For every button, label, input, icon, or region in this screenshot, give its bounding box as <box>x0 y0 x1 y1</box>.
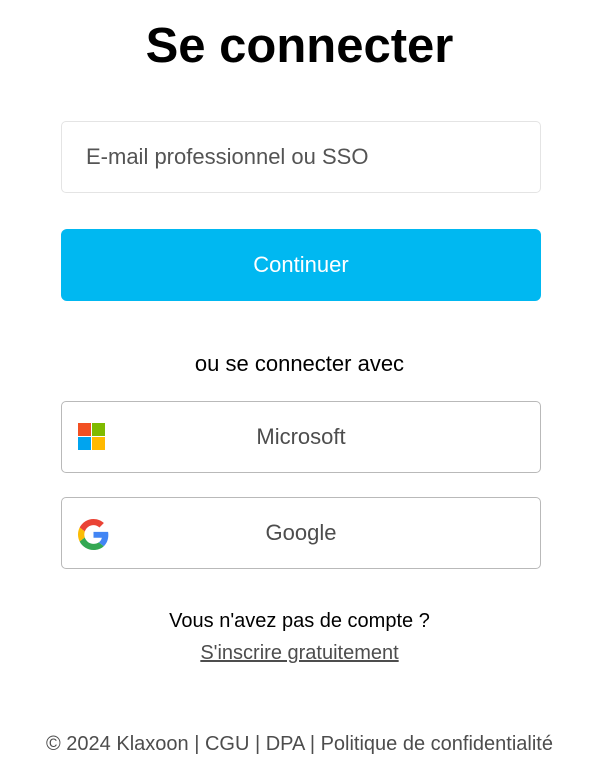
page-title: Se connecter <box>145 19 454 73</box>
footer-link-cgu[interactable]: CGU <box>205 733 249 755</box>
google-logo-icon <box>78 519 109 550</box>
alternative-login-label: ou se connecter avec <box>194 351 405 376</box>
no-account-text: Vous n'avez pas de compte ? <box>169 610 430 632</box>
email-input[interactable] <box>61 121 541 193</box>
footer-separator: | <box>188 733 205 755</box>
microsoft-login-label: Microsoft <box>256 424 346 449</box>
footer: © 2024 Klaxoon | CGU | DPA | Politique d… <box>0 731 599 757</box>
footer-separator: | <box>249 733 266 755</box>
footer-link-dpa[interactable]: DPA <box>266 733 305 755</box>
microsoft-logo-icon <box>78 423 107 452</box>
signup-link[interactable]: S'inscrire gratuitement <box>200 642 398 664</box>
google-login-button[interactable]: Google <box>61 497 541 569</box>
footer-separator: | <box>304 733 321 755</box>
google-login-label: Google <box>265 520 337 545</box>
microsoft-login-button[interactable]: Microsoft <box>61 401 541 473</box>
continue-button[interactable]: Continuer <box>61 229 541 301</box>
footer-link-privacy[interactable]: Politique de confidentialité <box>321 733 553 755</box>
copyright-text: © 2024 Klaxoon <box>46 733 189 755</box>
